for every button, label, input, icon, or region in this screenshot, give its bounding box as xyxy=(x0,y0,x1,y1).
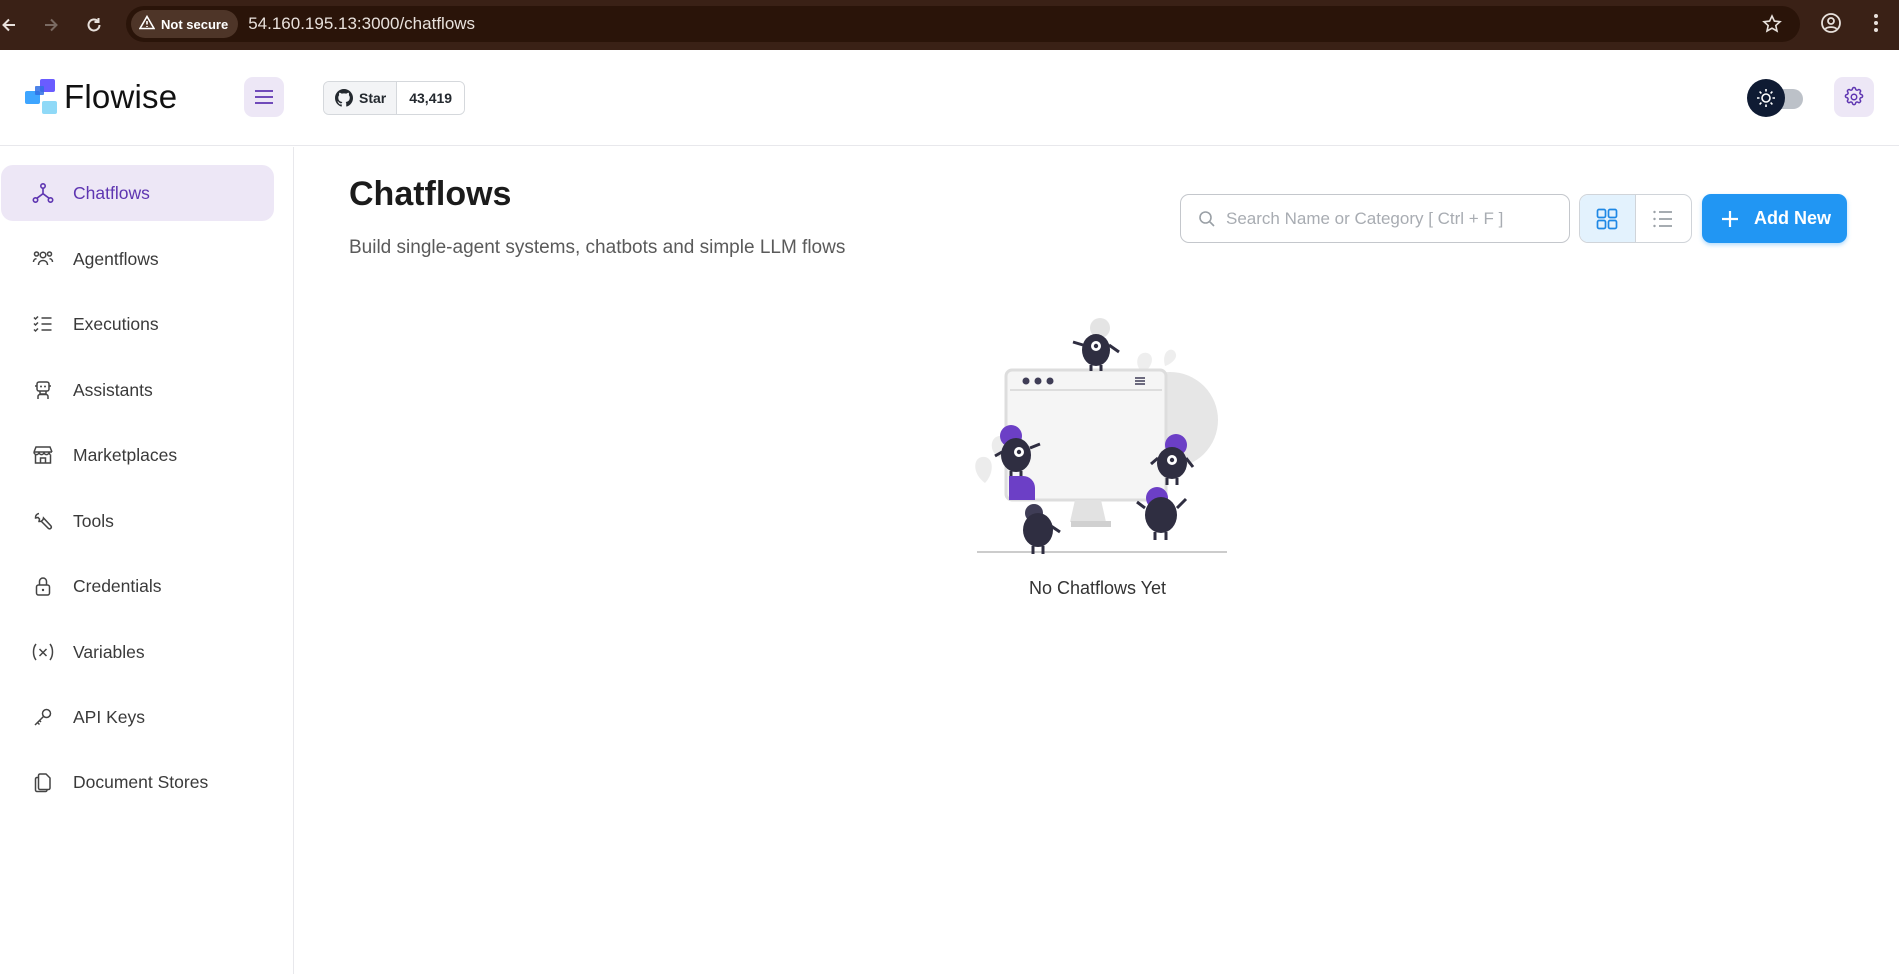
hamburger-icon xyxy=(255,90,273,104)
store-icon xyxy=(30,442,56,468)
sidebar-item-api-keys[interactable]: API Keys xyxy=(1,689,274,745)
wrench-icon xyxy=(30,508,56,534)
flowise-logo-icon xyxy=(25,79,57,114)
sidebar-item-variables[interactable]: Variables xyxy=(1,624,274,680)
sidebar-item-label: Tools xyxy=(73,510,114,531)
list-view-button[interactable] xyxy=(1636,195,1692,242)
sidebar-item-credentials[interactable]: Credentials xyxy=(1,558,274,614)
list-icon xyxy=(1653,210,1673,227)
page-subtitle: Build single-agent systems, chatbots and… xyxy=(349,237,846,258)
plus-icon xyxy=(1719,208,1741,230)
bookmark-star-icon[interactable] xyxy=(1762,14,1782,39)
search-icon xyxy=(1198,210,1216,228)
profile-icon[interactable] xyxy=(1820,12,1842,39)
sidebar-item-label: Marketplaces xyxy=(73,444,178,465)
url-text[interactable]: 54.160.195.13:3000/chatflows xyxy=(248,14,475,34)
github-star-label: Star xyxy=(359,90,387,106)
view-toggle-group xyxy=(1579,194,1692,243)
sidebar: Chatflows Agentflows Executions Assistan… xyxy=(0,147,294,974)
add-new-button[interactable]: Add New xyxy=(1702,194,1847,243)
sun-icon xyxy=(1757,89,1775,107)
sidebar-item-label: Executions xyxy=(73,313,159,334)
sidebar-item-chatflows[interactable]: Chatflows xyxy=(1,165,274,221)
empty-state-text: No Chatflows Yet xyxy=(1028,578,1167,598)
checklist-icon xyxy=(30,311,56,337)
sidebar-item-label: Chatflows xyxy=(73,182,150,203)
key-icon xyxy=(30,704,56,730)
sidebar-item-label: Document Stores xyxy=(73,771,209,792)
sidebar-item-label: Assistants xyxy=(73,379,153,400)
sidebar-item-agentflows[interactable]: Agentflows xyxy=(1,231,274,287)
search-box[interactable] xyxy=(1180,194,1570,243)
add-new-label: Add New xyxy=(1754,208,1832,228)
empty-state-illustration xyxy=(975,318,1227,554)
back-icon[interactable] xyxy=(0,12,22,38)
lock-icon xyxy=(30,573,56,599)
reload-icon[interactable] xyxy=(81,12,107,38)
menu-toggle-button[interactable] xyxy=(244,77,284,117)
toggle-knob xyxy=(1747,79,1785,117)
card-view-button[interactable] xyxy=(1580,195,1636,242)
browser-menu-icon[interactable] xyxy=(1870,12,1882,39)
sidebar-item-label: Credentials xyxy=(73,575,162,596)
sidebar-item-label: Variables xyxy=(73,641,145,662)
gear-icon xyxy=(1844,86,1864,106)
sidebar-item-document-stores[interactable]: Document Stores xyxy=(1,754,274,810)
page-title: Chatflows xyxy=(349,175,512,213)
grid-icon xyxy=(1596,208,1618,229)
users-icon xyxy=(30,246,56,272)
app-name: Flowise xyxy=(64,78,178,115)
github-star-button[interactable]: Star xyxy=(324,82,398,114)
sidebar-item-executions[interactable]: Executions xyxy=(1,296,274,352)
github-icon xyxy=(335,89,353,107)
robot-icon xyxy=(30,377,56,403)
search-input[interactable] xyxy=(1226,208,1546,229)
sidebar-item-marketplaces[interactable]: Marketplaces xyxy=(1,427,274,483)
app-header: Flowise Star 43,419 xyxy=(0,50,1899,146)
github-star-count[interactable]: 43,419 xyxy=(397,82,465,114)
warning-icon xyxy=(138,14,156,33)
security-label: Not secure xyxy=(161,16,229,32)
settings-button[interactable] xyxy=(1834,77,1874,117)
sidebar-item-assistants[interactable]: Assistants xyxy=(1,362,274,418)
browser-toolbar: Not secure 54.160.195.13:3000/chatflows xyxy=(0,0,1899,50)
variable-icon xyxy=(30,639,56,665)
sidebar-item-label: API Keys xyxy=(73,706,145,727)
flowise-logo[interactable]: Flowise xyxy=(24,78,177,116)
security-chip[interactable]: Not secure xyxy=(131,10,239,38)
dark-mode-toggle[interactable] xyxy=(1747,78,1807,118)
address-bar[interactable]: Not secure 54.160.195.13:3000/chatflows xyxy=(126,6,1800,42)
sidebar-item-label: Agentflows xyxy=(73,248,159,269)
forward-icon[interactable] xyxy=(38,12,64,38)
files-icon xyxy=(30,769,56,795)
sidebar-item-tools[interactable]: Tools xyxy=(1,493,274,549)
github-star-widget[interactable]: Star 43,419 xyxy=(323,81,466,115)
chatflows-icon xyxy=(30,180,56,206)
